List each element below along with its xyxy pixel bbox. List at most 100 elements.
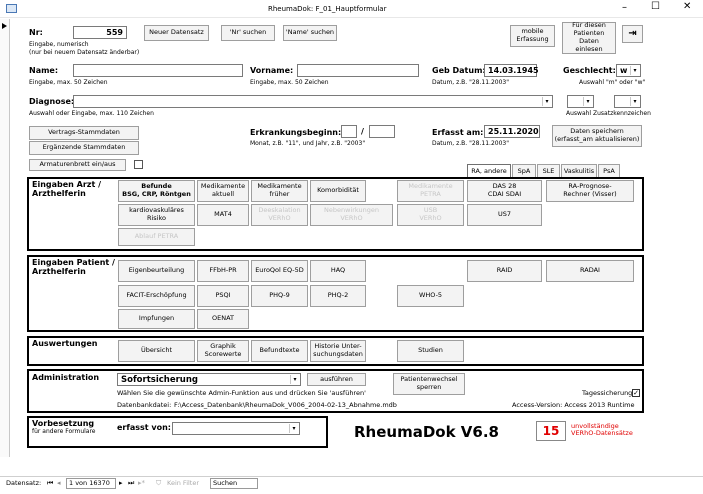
befundtexte-button[interactable]: Befundtexte bbox=[251, 340, 308, 362]
tab-sle[interactable]: SLE bbox=[537, 164, 560, 177]
erfasst-von-label: erfasst von: bbox=[117, 423, 171, 432]
chevron-down-icon[interactable]: ▾ bbox=[290, 375, 299, 384]
erkrankung-monat-field[interactable] bbox=[341, 125, 357, 138]
chevron-down-icon[interactable]: ▾ bbox=[630, 66, 639, 75]
erkrankung-hint: Monat, z.B. "11", und Jahr, z.B. "2003" bbox=[250, 140, 366, 147]
dashboard-checkbox[interactable] bbox=[134, 160, 143, 169]
chevron-down-icon[interactable]: ▾ bbox=[583, 97, 592, 106]
search-nr-button[interactable]: 'Nr' suchen bbox=[221, 25, 275, 41]
erkrankung-jahr-field[interactable] bbox=[369, 125, 395, 138]
kardiovaskulaeres-risiko-button[interactable]: kardiovaskuläres Risiko bbox=[118, 204, 195, 226]
facit-button[interactable]: FACIT-Erschöpfung bbox=[118, 285, 195, 307]
medikamente-aktuell-button[interactable]: Medikamente aktuell bbox=[197, 180, 249, 202]
database-file-label: Datenbankdatei: bbox=[117, 401, 172, 409]
diagnose-select[interactable]: ▾ bbox=[73, 95, 553, 108]
nr-label: Nr: bbox=[29, 28, 43, 37]
studien-button[interactable]: Studien bbox=[397, 340, 464, 362]
save-data-button[interactable]: Daten speichern (erfasst_am aktualisiere… bbox=[552, 125, 642, 147]
chevron-down-icon[interactable]: ▾ bbox=[289, 424, 298, 433]
chevron-down-icon[interactable]: ▾ bbox=[630, 97, 639, 106]
record-selector[interactable] bbox=[0, 19, 10, 457]
admin-function-select[interactable]: Sofortsicherung ▾ bbox=[117, 373, 301, 386]
dashboard-toggle-button[interactable]: Armaturenbrett ein/aus bbox=[29, 159, 126, 171]
last-record-icon[interactable]: ⏭ bbox=[128, 479, 134, 487]
haq-button[interactable]: HAQ bbox=[310, 260, 366, 282]
mat4-button[interactable]: MAT4 bbox=[197, 204, 249, 226]
maximize-icon[interactable]: ☐ bbox=[651, 1, 660, 13]
exit-button[interactable]: ⇥ bbox=[622, 25, 643, 43]
erfasst-am-field[interactable]: 25.11.2020 bbox=[484, 125, 540, 138]
geschlecht-label: Geschlecht: bbox=[563, 66, 616, 75]
tagessicherung-checkbox[interactable]: ✓ bbox=[632, 389, 640, 397]
nebenwirkungen-verho-button[interactable]: Nebenwirkungen VERhO bbox=[310, 204, 393, 226]
search-input[interactable]: Suchen bbox=[210, 478, 258, 489]
ergaenzende-stammdaten-button[interactable]: Ergänzende Stammdaten bbox=[29, 141, 139, 155]
new-record-button[interactable]: Neuer Datensatz bbox=[144, 25, 209, 41]
erfasst-am-label: Erfasst am: bbox=[432, 128, 484, 137]
ra-prognose-button[interactable]: RA-Prognose- Rechner (Visser) bbox=[546, 180, 634, 202]
ablauf-petra-button[interactable]: Ablauf PETRA bbox=[118, 228, 195, 246]
tab-psa[interactable]: PsA bbox=[598, 164, 620, 177]
first-record-icon[interactable]: ⏮ bbox=[47, 479, 53, 487]
deeskalation-verho-button[interactable]: Deeskalation VERhO bbox=[251, 204, 308, 226]
raid-button[interactable]: RAID bbox=[467, 260, 542, 282]
komorbiditaet-button[interactable]: Komorbidität bbox=[310, 180, 366, 202]
filter-status[interactable]: Kein Filter bbox=[167, 479, 199, 487]
geschlecht-select[interactable]: w ▾ bbox=[616, 64, 641, 77]
prev-record-icon[interactable]: ◂ bbox=[57, 479, 61, 487]
das28-cdai-sdai-button[interactable]: DAS 28 CDAI SDAI bbox=[467, 180, 542, 202]
vorbesetzung-title: Vorbesetzung bbox=[32, 419, 95, 428]
record-number-field[interactable]: 1 von 16370 bbox=[66, 478, 116, 489]
next-record-icon[interactable]: ▸ bbox=[119, 479, 123, 487]
nr-field[interactable]: 559 bbox=[73, 26, 127, 39]
patient-change-lock-button[interactable]: Patientenwechsel sperren bbox=[393, 373, 465, 395]
app-icon[interactable] bbox=[6, 4, 17, 13]
befunde-button[interactable]: Befunde BSG, CRP, Röntgen bbox=[118, 180, 195, 202]
vorbesetzung-subtitle: für andere Formulare bbox=[32, 428, 96, 435]
graphik-scorewerte-button[interactable]: Graphik Scorewerte bbox=[197, 340, 249, 362]
minimize-icon[interactable]: – bbox=[622, 2, 627, 14]
arzt-section-title: Eingaben Arzt / Arzthelferin bbox=[32, 180, 101, 199]
usb-verho-button[interactable]: USB VERhO bbox=[397, 204, 464, 226]
load-patient-data-button[interactable]: Für diesen Patienten Daten einlesen bbox=[562, 22, 616, 54]
patient-section-title: Eingaben Patient / Arzthelferin bbox=[32, 258, 115, 277]
phq2-button[interactable]: PHQ-2 bbox=[310, 285, 366, 307]
new-record-icon[interactable]: ▸* bbox=[138, 479, 145, 487]
close-icon[interactable]: ✕ bbox=[683, 1, 691, 13]
radai-button[interactable]: RADAI bbox=[546, 260, 634, 282]
vorname-field[interactable] bbox=[297, 64, 419, 77]
historie-button[interactable]: Historie Unter- suchungsdaten bbox=[310, 340, 366, 362]
psqi-button[interactable]: PSQI bbox=[197, 285, 249, 307]
medikamente-frueher-button[interactable]: Medikamente früher bbox=[251, 180, 308, 202]
oenat-button[interactable]: OENAT bbox=[197, 309, 249, 329]
uebersicht-button[interactable]: Übersicht bbox=[118, 340, 195, 362]
admin-function-value: Sofortsicherung bbox=[121, 374, 198, 385]
geb-datum-field[interactable]: 14.03.1945 bbox=[484, 64, 539, 77]
zusatz-select-1[interactable]: ▾ bbox=[567, 95, 594, 108]
navigation-bar: Datensatz: ⏮ ◂ 1 von 16370 ▸ ⏭ ▸* ⛉ Kein… bbox=[0, 476, 703, 490]
tab-ra-andere[interactable]: RA, andere bbox=[467, 164, 511, 177]
search-name-button[interactable]: 'Name' suchen bbox=[283, 25, 337, 41]
filter-icon[interactable]: ⛉ bbox=[156, 479, 161, 487]
eigenbeurteilung-button[interactable]: Eigenbeurteilung bbox=[118, 260, 195, 282]
record-nav-label: Datensatz: bbox=[6, 479, 42, 487]
vertrags-stammdaten-button[interactable]: Vertrags-Stammdaten bbox=[29, 126, 139, 140]
erfasst-von-select[interactable]: ▾ bbox=[172, 422, 300, 435]
tab-spa[interactable]: SpA bbox=[512, 164, 536, 177]
impfungen-button[interactable]: Impfungen bbox=[118, 309, 195, 329]
record-number-value: 1 von 16370 bbox=[69, 479, 110, 487]
ffbh-pr-button[interactable]: FFbH-PR bbox=[197, 260, 249, 282]
us7-button[interactable]: US7 bbox=[467, 204, 542, 226]
chevron-down-icon[interactable]: ▾ bbox=[542, 97, 551, 106]
name-field[interactable] bbox=[73, 64, 243, 77]
window-title: RheumaDok: F_01_Hauptformular bbox=[268, 5, 387, 13]
execute-button[interactable]: ausführen bbox=[307, 373, 366, 386]
phq9-button[interactable]: PHQ-9 bbox=[251, 285, 308, 307]
tagessicherung-label: Tagessicherung: bbox=[582, 389, 635, 397]
tab-vaskulitis[interactable]: Vaskulitis bbox=[561, 164, 597, 177]
zusatz-select-2[interactable]: ▾ bbox=[614, 95, 641, 108]
mobile-capture-button[interactable]: mobile Erfassung bbox=[510, 25, 555, 47]
euroqol-button[interactable]: EuroQol EQ-5D bbox=[251, 260, 308, 282]
medikamente-petra-button[interactable]: Medikamente PETRA bbox=[397, 180, 464, 202]
who5-button[interactable]: WHO-5 bbox=[397, 285, 464, 307]
